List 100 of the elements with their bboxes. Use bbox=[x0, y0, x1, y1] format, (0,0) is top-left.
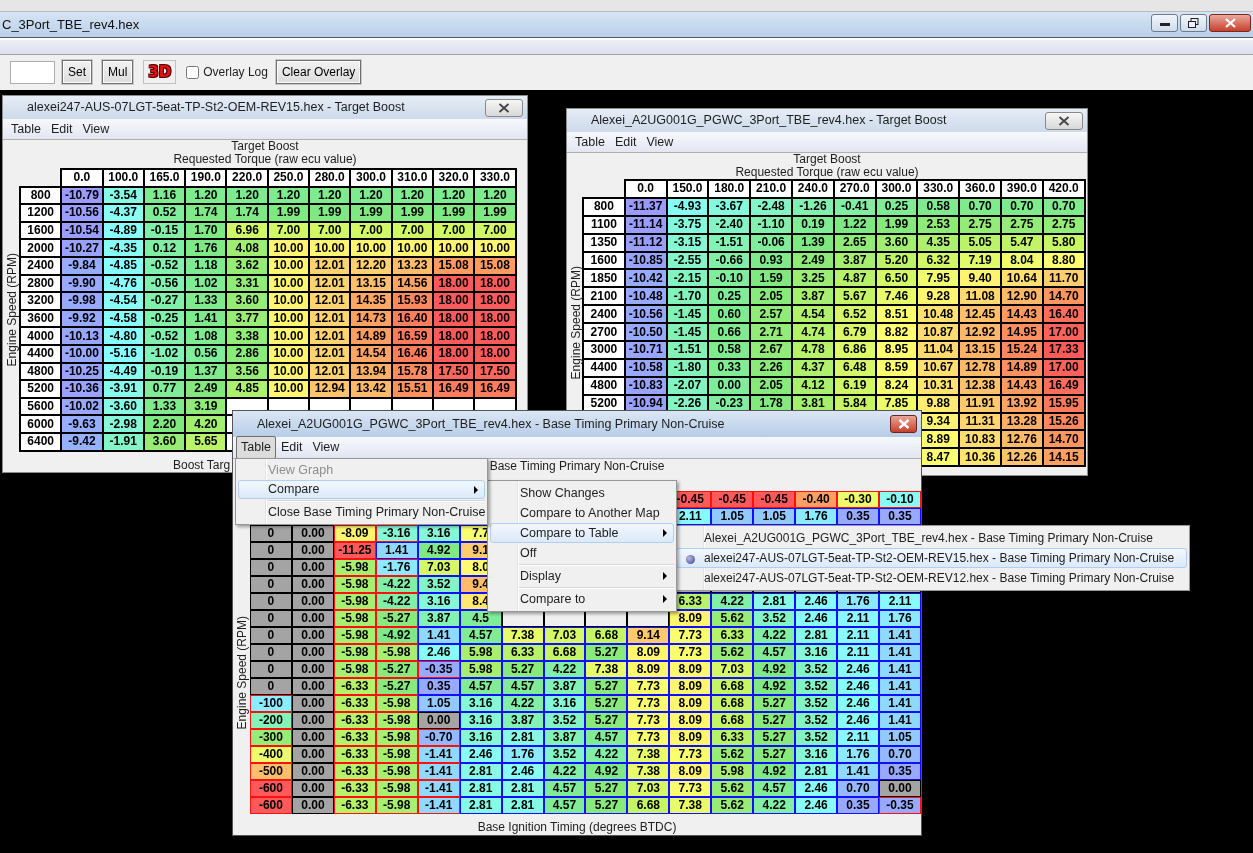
menu-item[interactable]: Compare to Table bbox=[490, 523, 674, 543]
table-cell: 0.00 bbox=[291, 797, 334, 814]
3d-view-button[interactable]: 3D bbox=[143, 60, 177, 84]
table-cell: 2.81 bbox=[795, 627, 838, 644]
menu-item[interactable]: Edit bbox=[609, 130, 642, 154]
menu-item[interactable]: Table bbox=[570, 130, 610, 154]
column-header: 100.0 bbox=[102, 169, 144, 187]
table-cell: 7.38 bbox=[627, 746, 670, 763]
menu-item[interactable]: Alexei_A2UG001G_PGWC_3Port_TBE_rev4.hex - Base Timing Primary Non-Cruise bbox=[676, 528, 1188, 548]
menu-item[interactable]: Edit bbox=[275, 436, 308, 459]
input-field[interactable] bbox=[10, 60, 55, 84]
table-cell: 5.62 bbox=[711, 780, 754, 797]
set-button[interactable]: Set bbox=[62, 60, 92, 84]
column-header: -0.30 bbox=[837, 491, 879, 508]
column-header: 0.0 bbox=[624, 180, 667, 198]
table-cell: 8.09 bbox=[669, 763, 712, 780]
column-header: 165.0 bbox=[143, 169, 186, 187]
table-cell: -5.98 bbox=[333, 559, 376, 576]
table-cell: 7.38 bbox=[669, 797, 712, 814]
table-cell: -5.27 bbox=[375, 610, 418, 627]
menu-item[interactable]: Edit bbox=[45, 117, 78, 141]
restore-button[interactable] bbox=[1180, 14, 1207, 32]
table-cell: 5.27 bbox=[753, 712, 796, 729]
table-cell: 6.33 bbox=[711, 627, 754, 644]
table-cell: 4.92 bbox=[753, 678, 796, 695]
column-header: 270.0 bbox=[833, 180, 876, 198]
menu-item[interactable]: Table bbox=[6, 117, 46, 141]
table-cell: 5.27 bbox=[585, 695, 628, 712]
table-cell: 7.03 bbox=[627, 780, 670, 797]
table-cell: 2.46 bbox=[417, 644, 460, 661]
table-cell: 3.52 bbox=[543, 746, 586, 763]
table-cell: 0.00 bbox=[291, 661, 334, 678]
table-cell: 1.76 bbox=[795, 508, 838, 525]
table-cell: 3.87 bbox=[543, 678, 586, 695]
table-cell: 2.46 bbox=[501, 763, 544, 780]
table-cell: -5.98 bbox=[375, 644, 418, 661]
table-cell: 2.46 bbox=[837, 661, 879, 678]
table-cell: 0.00 bbox=[291, 559, 334, 576]
column-header: 220.0 bbox=[226, 169, 268, 187]
table-cell: 7.38 bbox=[501, 627, 544, 644]
menu-item[interactable]: View bbox=[307, 436, 345, 459]
table-cell: 3.52 bbox=[795, 678, 838, 695]
row-header: 0 bbox=[250, 559, 292, 576]
close-button[interactable] bbox=[890, 415, 917, 433]
table-cell: 2.81 bbox=[459, 780, 502, 797]
table-cell: 4.22 bbox=[753, 797, 796, 814]
window-title: Alexei_A2UG001G_PGWC_3Port_TBE_rev4.hex - Base Timing Primary Non-Cruise bbox=[257, 415, 725, 433]
table-cell: 7.73 bbox=[669, 627, 712, 644]
table-cell: 4.22 bbox=[711, 593, 754, 610]
table-cell: 8.09 bbox=[627, 661, 670, 678]
table-cell: 5.98 bbox=[459, 644, 502, 661]
menu-item[interactable]: alexei247-AUS-07LGT-5eat-TP-St2-OEM-REV15.hex - Base Timing Primary Non-Cruise bbox=[676, 548, 1188, 568]
row-header: 0 bbox=[250, 525, 292, 542]
menu-item[interactable]: View bbox=[641, 130, 679, 154]
table-cell: 0.00 bbox=[291, 712, 334, 729]
table-cell: 5.62 bbox=[711, 797, 754, 814]
close-button[interactable] bbox=[485, 98, 523, 117]
table-cell: 8.09 bbox=[669, 678, 712, 695]
overlay-log-checkbox[interactable] bbox=[186, 65, 200, 79]
table-cell: -6.33 bbox=[333, 746, 376, 763]
column-header: 150.0 bbox=[666, 180, 709, 198]
table-cell: 1.41 bbox=[879, 695, 921, 712]
table-cell: 3.16 bbox=[795, 644, 838, 661]
table-cell: 6.68 bbox=[627, 797, 670, 814]
axis-title: Engine Speed (RPM) bbox=[4, 253, 19, 367]
table-cell: 2.81 bbox=[459, 763, 502, 780]
table-cell: 4.57 bbox=[753, 780, 796, 797]
menu-item[interactable]: Table bbox=[236, 436, 276, 459]
multiply-button[interactable]: Mul bbox=[102, 60, 134, 84]
close-button[interactable] bbox=[1045, 111, 1083, 130]
table-cell: 5.27 bbox=[585, 644, 628, 661]
table-cell: 4.22 bbox=[543, 763, 586, 780]
table-cell: 7.73 bbox=[627, 695, 670, 712]
minimize-button[interactable] bbox=[1151, 14, 1178, 32]
row-header: 0 bbox=[250, 610, 292, 627]
table-cell: 0.35 bbox=[837, 797, 879, 814]
clear-overlay-button[interactable]: Clear Overlay bbox=[275, 60, 362, 84]
table-cell: -6.33 bbox=[333, 763, 376, 780]
table-cell: 7.73 bbox=[669, 644, 712, 661]
table-cell: 0.00 bbox=[291, 627, 334, 644]
table-cell: 0.00 bbox=[417, 712, 460, 729]
table-cell: -5.98 bbox=[333, 610, 376, 627]
menu-item[interactable]: alexei247-AUS-07LGT-5eat-TP-St2-OEM-REV12.hex - Base Timing Primary Non-Cruise bbox=[676, 568, 1188, 588]
table-cell: 5.98 bbox=[459, 661, 502, 678]
table-cell: 3.87 bbox=[543, 729, 586, 746]
menu-item[interactable]: Close Base Timing Primary Non-Cruise bbox=[238, 503, 485, 522]
table-cell: 0.00 bbox=[291, 525, 334, 542]
axis-title: Engine Speed (RPM) bbox=[568, 266, 582, 380]
table-cell: 6.68 bbox=[711, 695, 754, 712]
menu-item[interactable]: View bbox=[77, 117, 115, 141]
row-header: -400 bbox=[250, 746, 292, 763]
table-cell: 8.09 bbox=[669, 610, 712, 627]
close-button[interactable] bbox=[1209, 14, 1251, 32]
table-cell: 8.09 bbox=[669, 712, 712, 729]
table-cell: 4.92 bbox=[417, 542, 460, 559]
menu-item[interactable]: Compare bbox=[238, 480, 485, 499]
table-cell: 4.92 bbox=[753, 661, 796, 678]
table-cell: 6.68 bbox=[543, 644, 586, 661]
table-cell: 7.73 bbox=[669, 780, 712, 797]
table-cell: 4.22 bbox=[753, 627, 796, 644]
